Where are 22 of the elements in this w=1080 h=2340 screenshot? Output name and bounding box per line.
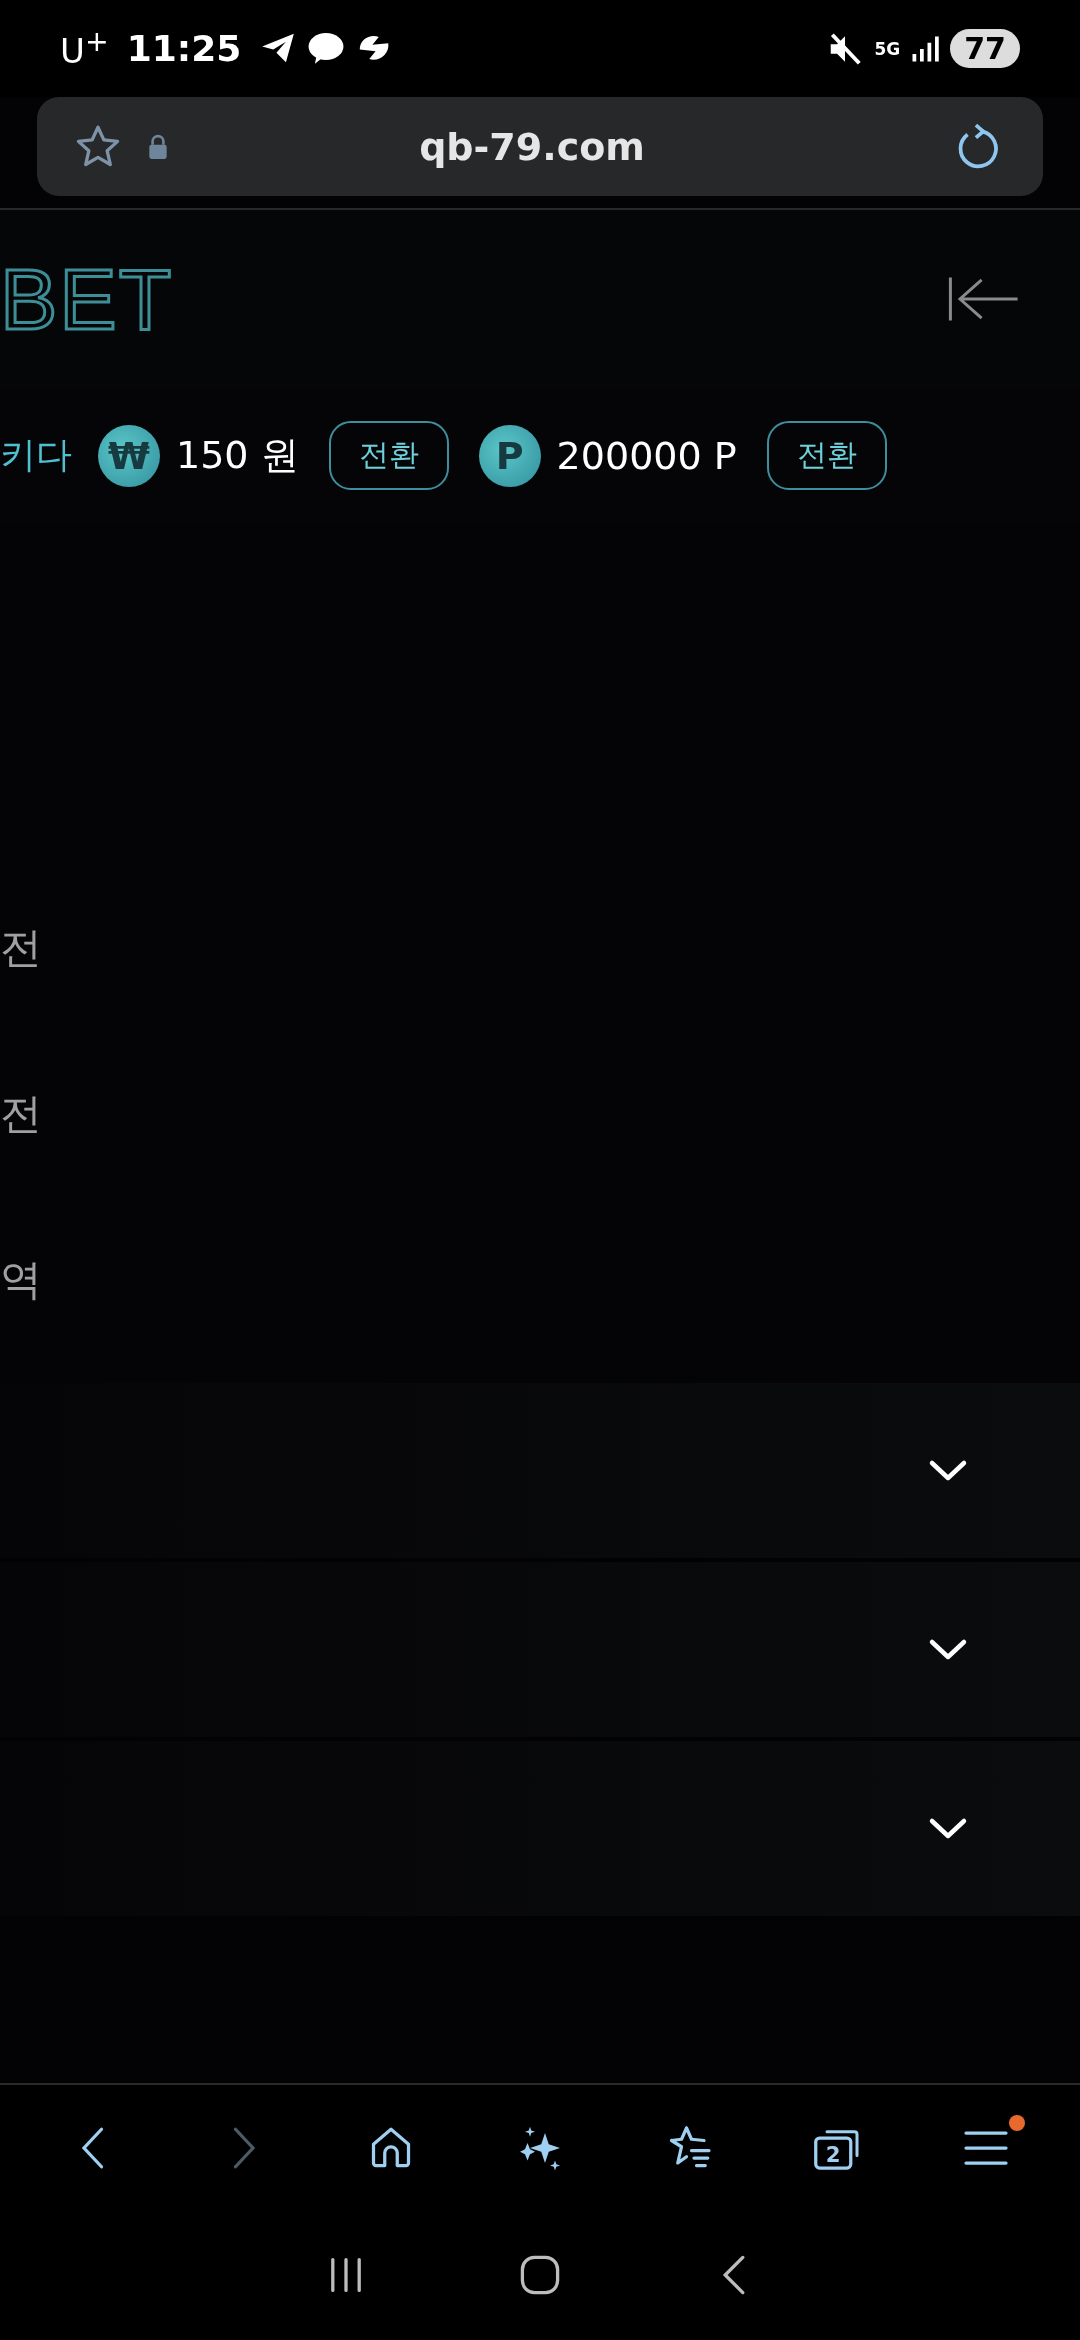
convert-button[interactable]: 전환 bbox=[328, 421, 449, 490]
chevron-down-icon[interactable] bbox=[928, 1637, 968, 1662]
won-coin-icon: ₩ bbox=[98, 424, 160, 487]
points-amount: 200000 P bbox=[556, 433, 737, 478]
collapse-arrow-icon[interactable] bbox=[948, 274, 1020, 324]
user-name: 키다 bbox=[0, 433, 72, 477]
cash-amount: 150 원 bbox=[176, 432, 299, 479]
convert-button[interactable]: 전환 bbox=[766, 421, 887, 490]
menu-item[interactable]: 전 bbox=[0, 920, 42, 976]
chevron-down-icon[interactable] bbox=[928, 1816, 968, 1841]
battery-indicator: 77 bbox=[950, 29, 1020, 68]
network-label: 5G bbox=[874, 38, 901, 59]
point-coin-icon: P bbox=[478, 424, 541, 487]
chevron-down-icon[interactable] bbox=[928, 1458, 968, 1483]
clock-time: 11:25 bbox=[126, 28, 242, 69]
site-logo[interactable]: BET bbox=[0, 249, 174, 349]
menu-item[interactable]: 전 bbox=[0, 1086, 42, 1142]
address-bar[interactable]: qb-79.com bbox=[37, 97, 1043, 196]
url-text: qb-79.com bbox=[418, 124, 646, 169]
home-button-icon[interactable] bbox=[518, 2253, 562, 2297]
carrier-label: U$^{+}$ bbox=[60, 25, 109, 72]
menu-item[interactable]: 역 bbox=[0, 1252, 42, 1308]
